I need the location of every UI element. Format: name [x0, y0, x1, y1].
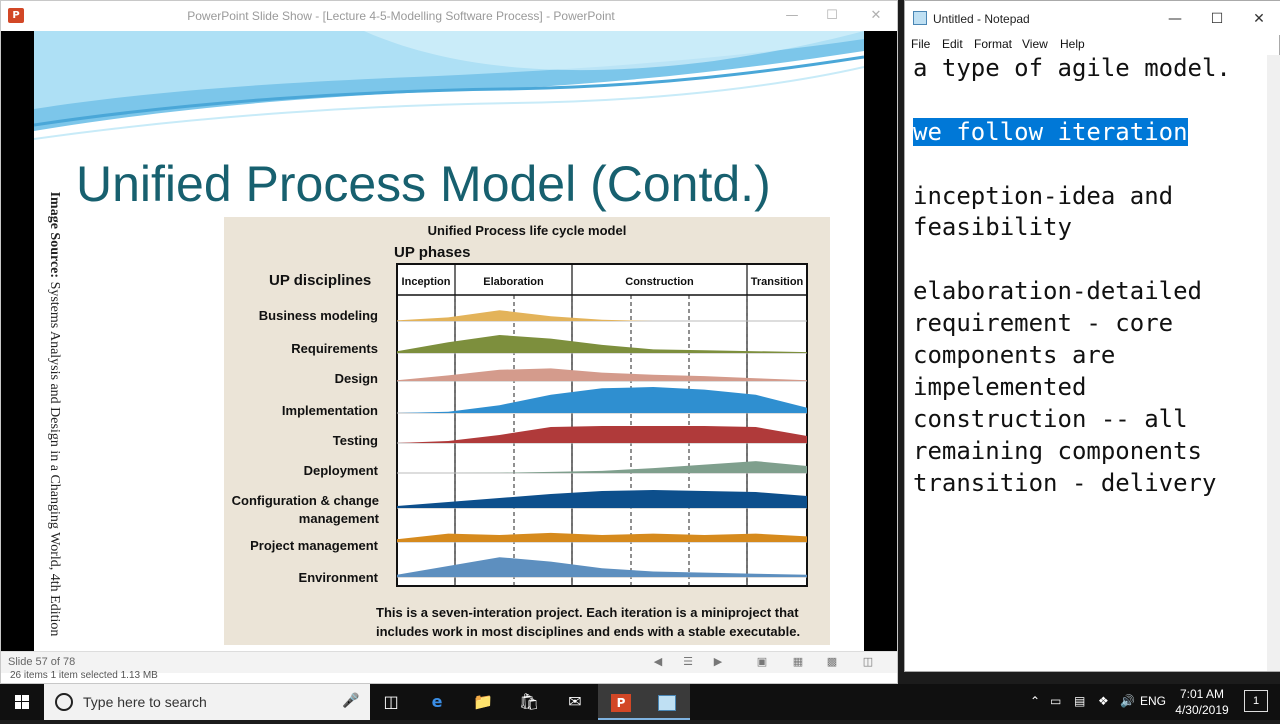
edge-icon[interactable]: e	[414, 684, 460, 720]
powerpoint-taskbar-button[interactable]: P	[598, 684, 644, 720]
menu-icon[interactable]: ☰	[681, 655, 695, 669]
workflow-chart: Inception Elaboration Construction Transiti…	[396, 263, 808, 587]
text-line: elaboration-detailed	[913, 277, 1202, 306]
selected-text: we follow iteration	[913, 117, 1188, 146]
text-line	[913, 85, 1269, 117]
clock-date: 4/30/2019	[1175, 703, 1229, 717]
notepad-icon	[913, 11, 927, 25]
text-line: requirement - core	[913, 309, 1174, 338]
start-button[interactable]	[0, 684, 44, 720]
text-line	[913, 149, 1269, 181]
powerpoint-icon: P	[611, 693, 631, 712]
text-line: construction -- all	[913, 404, 1188, 433]
discipline-label: Implementation	[281, 403, 378, 418]
mail-icon[interactable]: ✉	[552, 684, 598, 720]
discipline-label: Environment	[298, 570, 378, 585]
windows-start-icon	[15, 695, 29, 709]
maximize-button[interactable]: ☐	[817, 5, 847, 27]
close-button[interactable]: ✕	[861, 5, 891, 27]
slideshow-view-icon[interactable]: ◫	[861, 655, 875, 669]
slide-header-wave	[34, 31, 864, 140]
clock[interactable]: 7:01 AM 4/30/2019	[1162, 686, 1242, 718]
minimize-button[interactable]: —	[1155, 7, 1195, 31]
text-line: feasibility	[913, 213, 1072, 242]
text-line: impelemented	[913, 372, 1087, 401]
file-explorer-icon[interactable]: 📁	[460, 684, 506, 720]
dropbox-icon[interactable]: ❖	[1098, 694, 1109, 708]
notification-count: 1	[1252, 695, 1260, 707]
phase-label: Construction	[625, 276, 694, 288]
discipline-label: Project management	[250, 538, 378, 553]
notepad-icon	[658, 694, 676, 711]
search-icon	[55, 693, 73, 711]
up-lifecycle-figure: Unified Process life cycle model UP phas…	[224, 217, 830, 645]
previous-slide-icon[interactable]: ◀	[651, 655, 665, 669]
store-icon[interactable]: 🛍	[506, 684, 552, 720]
figure-caption: This is a seven-interation project. Each…	[376, 605, 801, 639]
discipline-label: Deployment	[303, 463, 378, 478]
slide-number: Slide 57 of 78	[8, 656, 76, 668]
discipline-label: Design	[334, 371, 378, 386]
phase-label: Elaboration	[483, 276, 544, 288]
next-slide-icon[interactable]: ▶	[711, 655, 725, 669]
microphone-icon[interactable]: 🎤	[342, 693, 359, 709]
notepad-title: Untitled - Notepad	[933, 12, 1030, 26]
menu-format[interactable]: Format	[974, 37, 1012, 51]
menu-bar: File Edit Format View Help	[905, 35, 1280, 55]
menu-view[interactable]: View	[1022, 37, 1048, 51]
battery-icon[interactable]: ▭	[1050, 694, 1061, 708]
notepad-taskbar-button[interactable]	[644, 684, 690, 720]
volume-icon[interactable]: 🔊	[1120, 694, 1135, 708]
text-line: transition - delivery	[913, 468, 1217, 497]
maximize-button[interactable]: ☐	[1197, 7, 1237, 31]
search-box[interactable]: Type here to search 🎤	[44, 684, 370, 720]
slide[interactable]: Unified Process Model (Contd.) Image Sou…	[34, 31, 864, 651]
window-title: PowerPoint Slide Show - [Lecture 4-5-Mod…	[187, 9, 615, 23]
reading-view-icon[interactable]: ▩	[825, 655, 839, 669]
image-source-text: Systems Analysis and Design in a Changin…	[47, 278, 62, 637]
text-line: a type of agile model.	[913, 54, 1231, 82]
powerpoint-window: P PowerPoint Slide Show - [Lecture 4-5-M…	[0, 0, 898, 684]
discipline-label: Requirements	[291, 341, 378, 356]
text-line	[913, 244, 1269, 276]
figure-title: Unified Process life cycle model	[427, 223, 627, 238]
chevron-up-icon[interactable]: ⌃	[1030, 694, 1040, 708]
phase-label: Inception	[402, 276, 451, 288]
slide-sorter-icon[interactable]: ▦	[791, 655, 805, 669]
normal-view-icon[interactable]: ▣	[755, 655, 769, 669]
notepad-titlebar[interactable]: Untitled - Notepad — ☐ ✕	[905, 1, 1280, 35]
phases-label: UP phases	[394, 244, 471, 261]
clock-time: 7:01 AM	[1179, 687, 1225, 701]
minimize-button[interactable]: —	[777, 5, 807, 27]
text-editor[interactable]: a type of agile model. we follow iteratio…	[913, 53, 1269, 499]
menu-help[interactable]: Help	[1060, 37, 1085, 51]
explorer-status-behind: 26 items 1 item selected 1.13 MB	[10, 670, 158, 681]
menu-file[interactable]: File	[911, 37, 930, 51]
discipline-label: Testing	[332, 433, 378, 448]
text-line: we follow iteration	[913, 117, 1269, 149]
taskbar: Type here to search 🎤 ◫ e 📁 🛍 ✉ P ⌃ ▭ ▤ …	[0, 684, 1280, 720]
text-line: remaining components	[913, 436, 1202, 465]
search-placeholder: Type here to search	[83, 694, 207, 710]
slide-title: Unified Process Model (Contd.)	[76, 156, 771, 212]
text-line: components are	[913, 341, 1116, 370]
notepad-window: Untitled - Notepad — ☐ ✕ File Edit Forma…	[904, 0, 1280, 672]
phase-label: Transition	[751, 276, 804, 288]
discipline-label: Configuration & change management	[231, 493, 379, 526]
close-button[interactable]: ✕	[1239, 7, 1279, 31]
text-line: inception-idea and	[913, 181, 1174, 210]
powerpoint-titlebar[interactable]: P PowerPoint Slide Show - [Lecture 4-5-M…	[1, 1, 897, 31]
menu-edit[interactable]: Edit	[942, 37, 963, 51]
notifications-icon[interactable]: 1	[1244, 690, 1268, 712]
vertical-scrollbar[interactable]	[1267, 55, 1280, 671]
image-source-label: Image Source:	[47, 191, 62, 279]
image-source-note: Image Source: Systems Analysis and Desig…	[40, 179, 62, 649]
discipline-label: Business modeling	[258, 308, 378, 323]
network-icon[interactable]: ▤	[1074, 694, 1085, 708]
task-view-icon[interactable]: ◫	[368, 684, 414, 720]
disciplines-label: UP disciplines	[269, 272, 372, 289]
